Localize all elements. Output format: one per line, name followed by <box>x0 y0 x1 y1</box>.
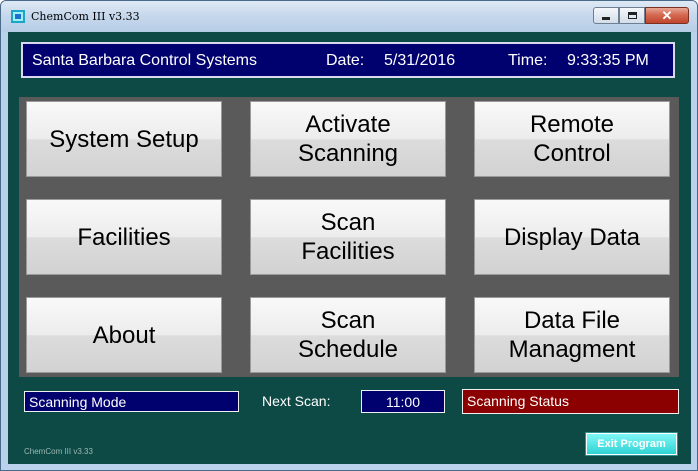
data-file-management-button[interactable]: Data File Managment <box>474 297 670 373</box>
time-label: Time: <box>508 52 548 69</box>
next-scan-value: 11:00 <box>361 390 445 413</box>
main-panel: Santa Barbara Control Systems Date: 5/31… <box>8 32 691 464</box>
window-title: ChemCom III v3.33 <box>31 10 140 23</box>
app-window: ChemCom III v3.33 ✕ Santa Barbara Contro… <box>0 0 698 471</box>
about-button[interactable]: About <box>26 297 222 373</box>
display-data-button[interactable]: Display Data <box>474 199 670 275</box>
exit-program-button[interactable]: Exit Program <box>585 432 678 456</box>
facilities-button[interactable]: Facilities <box>26 199 222 275</box>
header-bar: Santa Barbara Control Systems Date: 5/31… <box>21 42 675 78</box>
close-icon: ✕ <box>661 8 673 23</box>
activate-scanning-button[interactable]: Activate Scanning <box>250 101 446 177</box>
close-button[interactable]: ✕ <box>645 7 689 24</box>
time-value: 9:33:35 PM <box>567 52 649 69</box>
date-value: 5/31/2016 <box>384 52 456 69</box>
scanning-mode-field: Scanning Mode <box>24 391 239 412</box>
menu-grid: System Setup Activate Scanning Remote Co… <box>19 97 679 377</box>
minimize-button[interactable] <box>593 7 619 24</box>
window-controls: ✕ <box>593 7 689 26</box>
remote-control-button[interactable]: Remote Control <box>474 101 670 177</box>
date-label: Date: <box>326 52 365 69</box>
scanning-status-field: Scanning Status <box>462 389 679 414</box>
version-text: ChemCom III v3.33 <box>24 447 93 456</box>
title-bar[interactable]: ChemCom III v3.33 ✕ <box>1 1 697 32</box>
scan-schedule-button[interactable]: Scan Schedule <box>250 297 446 373</box>
scan-facilities-button[interactable]: Scan Facilities <box>250 199 446 275</box>
next-scan-label: Next Scan: <box>262 393 331 409</box>
maximize-icon <box>627 12 637 19</box>
minimize-icon <box>602 17 610 20</box>
system-setup-button[interactable]: System Setup <box>26 101 222 177</box>
maximize-button[interactable] <box>619 7 645 24</box>
company-name: Santa Barbara Control Systems <box>32 52 257 69</box>
app-icon <box>11 10 25 23</box>
